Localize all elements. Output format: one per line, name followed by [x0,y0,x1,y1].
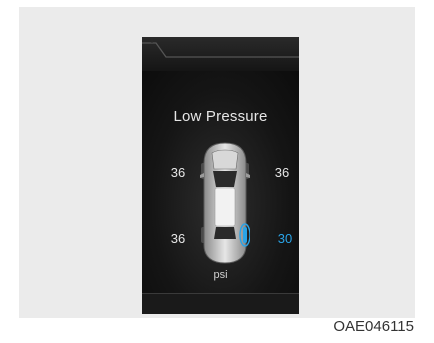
cluster-display: Low Pressure 36 36 36 30 psi [142,37,299,314]
pressure-unit-label: psi [213,269,228,281]
tire-pressure-front-right: 36 [274,165,290,180]
tire-pressure-rear-right: 30 [277,231,293,246]
car-top-view-icon [200,142,250,264]
display-bottom-band [142,293,299,314]
warning-title: Low Pressure [173,108,268,125]
tire-pressure-front-left: 36 [170,165,186,180]
tire-pressure-rear-left: 36 [170,231,186,246]
figure-code: OAE046115 [333,318,414,335]
top-bezel-lines [142,37,299,58]
rear-right-wheel [243,227,247,243]
